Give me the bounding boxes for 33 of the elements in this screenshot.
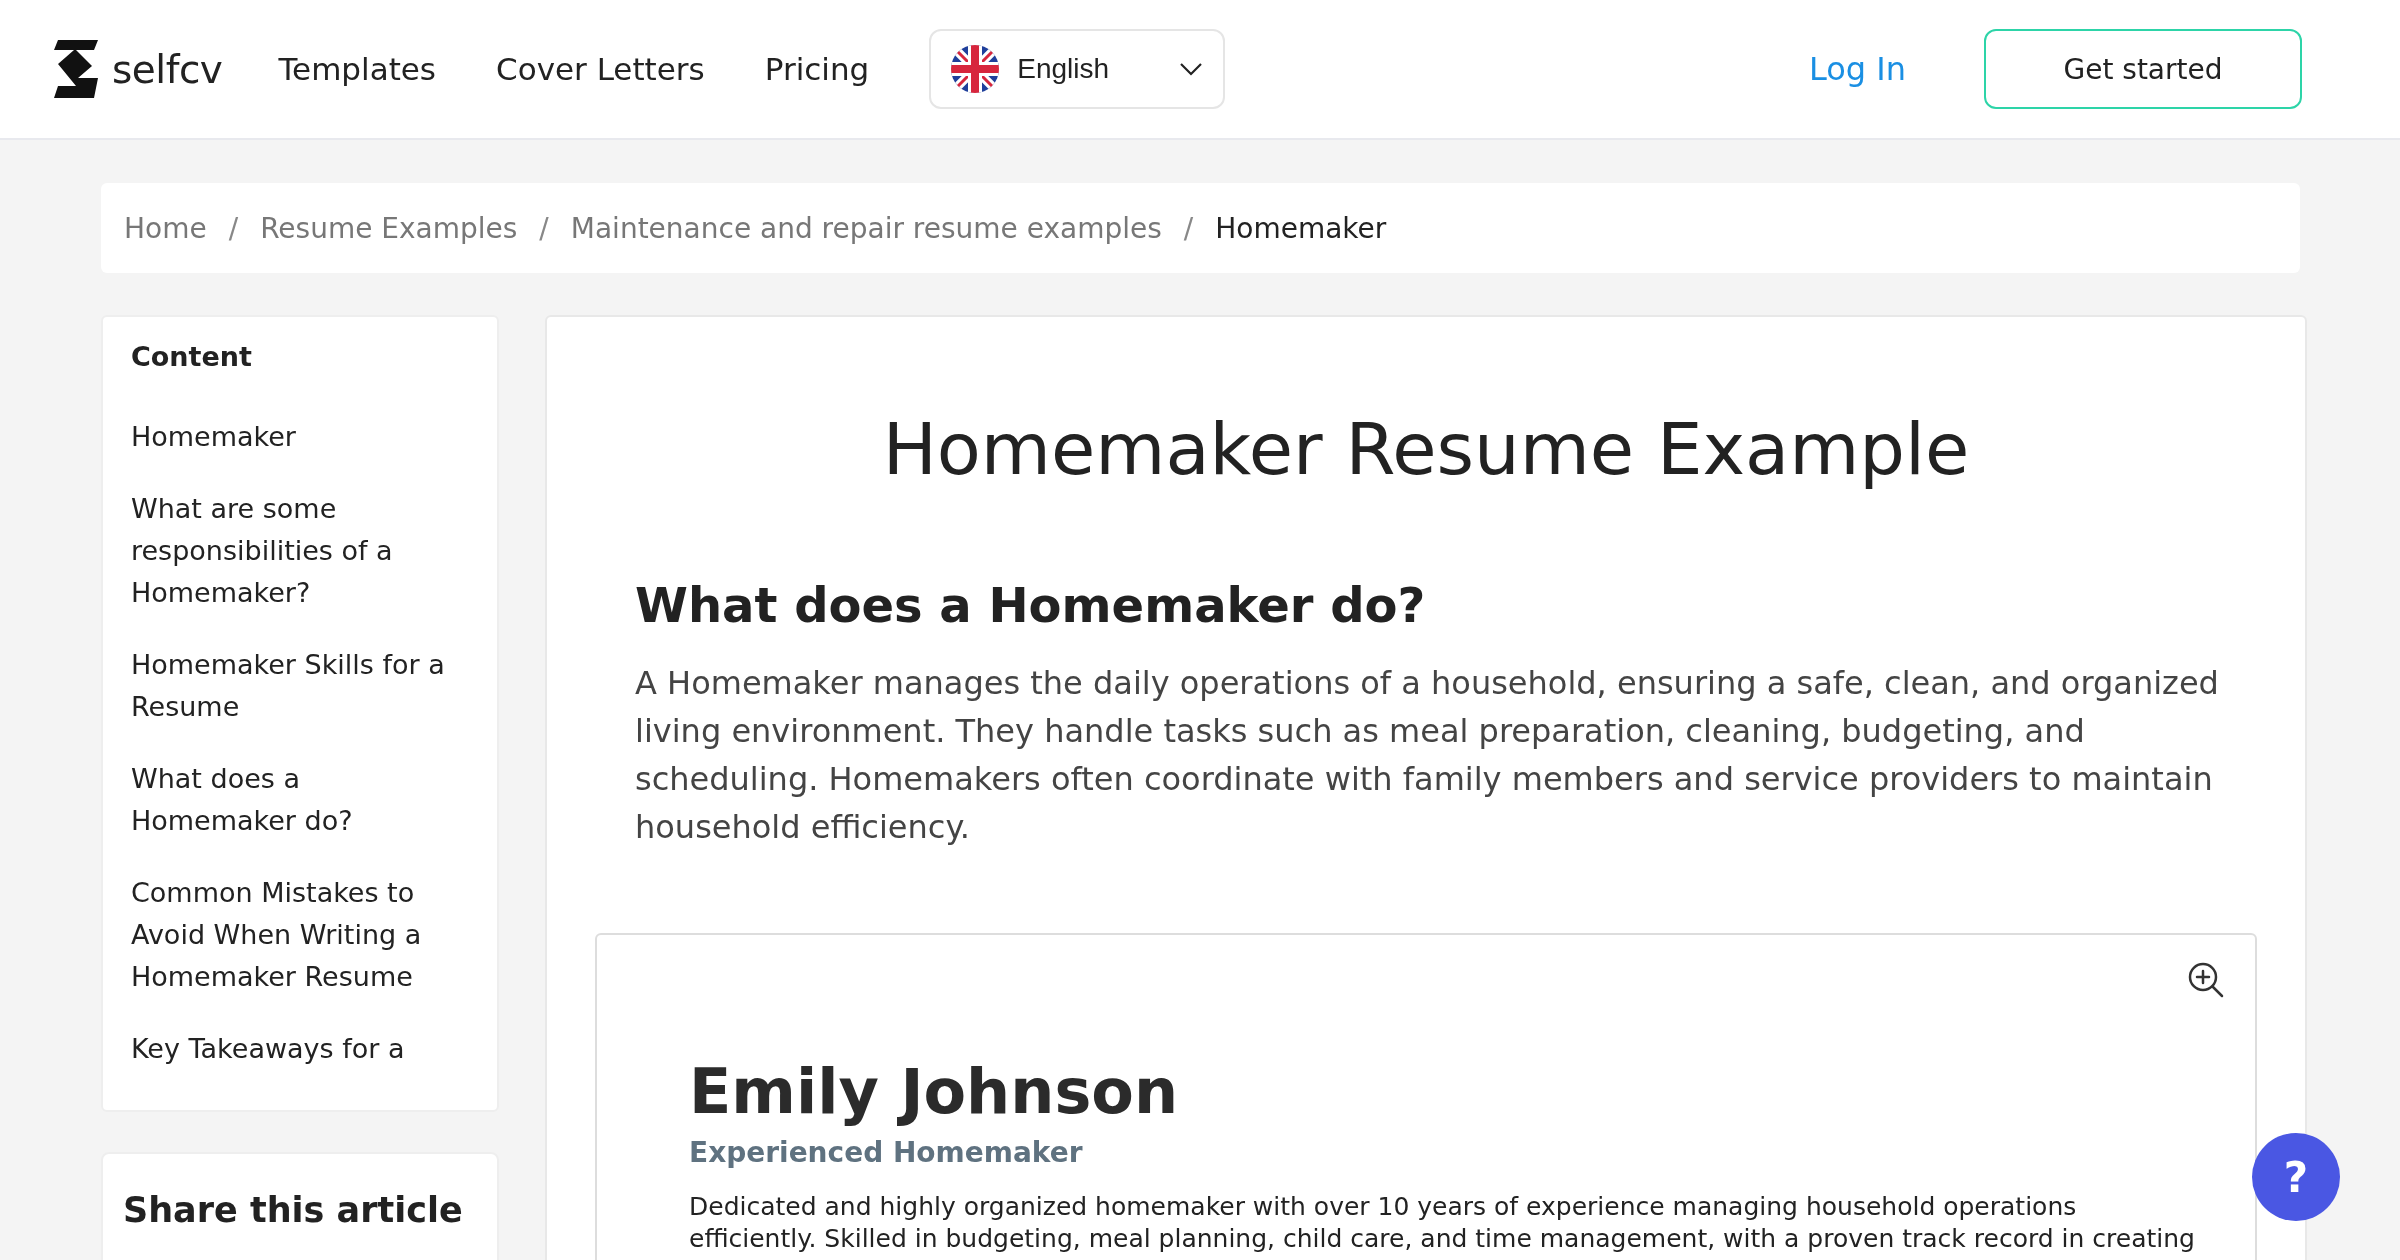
contents-link[interactable]: What does a Homemaker do? [131,758,469,842]
get-started-button[interactable]: Get started [1984,29,2302,109]
zoom-in-icon[interactable] [2187,961,2225,999]
resume-role: Experienced Homemaker [689,1136,1084,1169]
share-title: Share this article [123,1190,464,1230]
help-button[interactable]: ? [2252,1133,2340,1221]
nav-link[interactable]: Cover Letters [496,51,705,87]
language-select[interactable]: English [929,29,1226,109]
article-paragraph: A Homemaker manages the daily operations of a household, ensuring a safe, clean, and organized living environment. They handle tasks such as meal preparation, cleaning, budgeting, and scheduling. Homemakers often coordinate with family members and service providers to maintain household efficiency. [635,663,2220,848]
contents-link[interactable]: Common Mistakes to Avoid When Writing a Homemaker Resume [131,872,469,998]
contents-link[interactable]: What are some responsibilities of a Homemaker? [131,488,469,614]
breadcrumb-link[interactable]: Homemaker [1215,211,1387,245]
nav-link[interactable]: Pricing [764,51,870,87]
breadcrumb-link[interactable]: Maintenance and repair resume examples [570,211,1162,245]
contents-title: Content [131,341,253,372]
breadcrumb-separator: / [539,211,549,245]
contents-link[interactable]: Homemaker [131,416,469,458]
contents-link[interactable]: Homemaker Skills for a Resume [131,644,469,728]
resume-name: Emily Johnson [689,1055,1180,1128]
breadcrumb-separator: / [1183,211,1194,245]
nav-link[interactable]: Templates [278,51,436,87]
chevron-down-icon [1179,62,1204,76]
breadcrumb-link[interactable]: Resume Examples [260,211,518,245]
breadcrumb-separator: / [228,211,239,245]
resume-summary-line: Dedicated and highly organized homemaker with over 10 years of experience managing household operations [689,1191,2078,1223]
logo-text[interactable]: selfcv [112,46,223,92]
logo-icon[interactable] [52,40,100,98]
resume-summary-line: efficiently. Skilled in budgeting, meal planning, child care, and time management, with a proven track record in creating [689,1223,2195,1255]
flag-icon [951,45,1000,93]
contents-link[interactable]: Key Takeaways for a [131,1028,469,1070]
breadcrumb-link[interactable]: Home [124,211,207,245]
article-title: Homemaker Resume Example [881,407,1971,491]
section-heading: What does a Homemaker do? [635,577,1427,633]
